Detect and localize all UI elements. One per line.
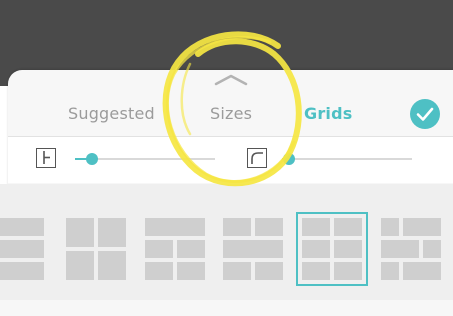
corner-radius-icon (247, 148, 267, 168)
corner-radius-slider[interactable] (282, 158, 412, 160)
tab-grids[interactable]: Grids (304, 104, 352, 123)
corner-radius-slider-thumb[interactable] (282, 153, 295, 165)
sheet-handle-icon[interactable] (214, 74, 248, 86)
done-button[interactable] (410, 99, 440, 129)
controls-row (8, 137, 453, 183)
grid-option[interactable] (0, 218, 44, 280)
grid-option[interactable] (145, 218, 205, 280)
tab-suggested[interactable]: Suggested (68, 104, 155, 123)
tab-sizes[interactable]: Sizes (210, 104, 252, 123)
checkmark-icon (416, 107, 434, 121)
grid-option-selected[interactable] (296, 212, 368, 286)
grid-spacing-icon (36, 148, 56, 168)
grid-option[interactable] (381, 218, 441, 280)
grid-option[interactable] (66, 218, 126, 280)
spacing-slider-thumb[interactable] (85, 153, 98, 165)
footer-area (0, 300, 453, 316)
screen: Suggested Sizes Grids (0, 0, 453, 316)
grid-option[interactable] (223, 218, 283, 280)
tab-bar: Suggested Sizes Grids (0, 96, 453, 132)
